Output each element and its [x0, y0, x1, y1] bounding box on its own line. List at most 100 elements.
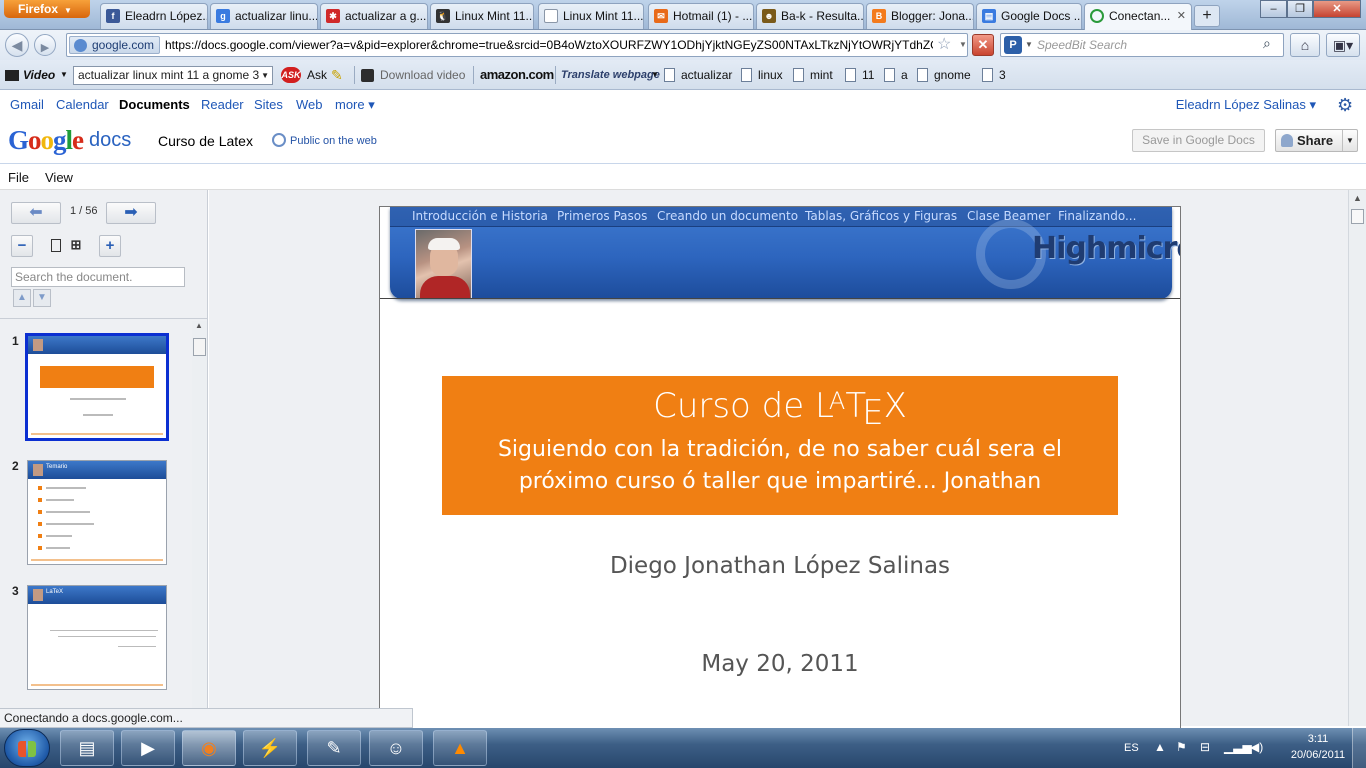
browser-tab[interactable]: ✱ actualizar a g...	[320, 3, 428, 29]
slide-nav-item[interactable]: Creando un documento	[657, 209, 798, 223]
page-thumbnail[interactable]	[25, 333, 169, 441]
chevron-down-icon[interactable]: ▼	[1342, 130, 1357, 151]
gbar-gmail[interactable]: Gmail	[10, 90, 44, 120]
chevron-down-icon[interactable]: ▼	[1025, 34, 1033, 56]
thumbnail-scrollbar[interactable]: ▲	[192, 321, 207, 717]
magnifier-icon[interactable]: ⌕	[1263, 35, 1271, 52]
google-docs-logo[interactable]: Google	[8, 125, 84, 156]
browser-tab[interactable]: 🐧 Linux Mint 11...	[430, 3, 534, 29]
single-page-view-button[interactable]	[45, 235, 67, 257]
network-icon[interactable]: ⊟	[1200, 740, 1210, 754]
next-page-button[interactable]: ➡	[106, 202, 156, 224]
search-bar[interactable]: P ▼ SpeedBit Search ⌕	[1000, 33, 1284, 57]
browser-tab[interactable]: ☻ Ba-k - Resulta...	[756, 3, 864, 29]
bookmark-11[interactable]: 11	[845, 60, 874, 90]
speedbit-engine-icon[interactable]: P	[1004, 36, 1022, 54]
volume-icon[interactable]: ◀)	[1250, 740, 1263, 754]
prev-page-button[interactable]: ⬅	[11, 202, 61, 224]
menu-view[interactable]: View	[45, 164, 73, 192]
bookmark-actualizar[interactable]: actualizar	[664, 60, 732, 90]
triangle-up-icon[interactable]: ▲	[195, 321, 203, 330]
show-desktop-button[interactable]	[1352, 728, 1366, 768]
amazon-button[interactable]: amazon.com	[480, 60, 554, 90]
download-video-button[interactable]: Download video	[361, 60, 465, 90]
video-toolbar-button[interactable]: Video	[5, 60, 55, 90]
zoom-out-button[interactable]: −	[11, 235, 33, 257]
browser-tab[interactable]: f Eleadrn López...	[100, 3, 208, 29]
browser-tab[interactable]: g actualizar linu...	[210, 3, 318, 29]
bookmark-a[interactable]: a	[884, 60, 908, 90]
bookmark-gnome[interactable]: gnome	[917, 60, 971, 90]
tray-expand-icon[interactable]: ▲	[1154, 740, 1166, 754]
site-identity-button[interactable]: google.com	[69, 36, 161, 54]
browser-tab[interactable]: B Blogger: Jona...	[866, 3, 974, 29]
browser-tab-active[interactable]: Conectan... ✕	[1084, 3, 1192, 30]
firefox-menu-button[interactable]: Firefox ▼	[4, 0, 90, 18]
taskbar-notes[interactable]: ✎	[307, 730, 361, 766]
taskbar-firefox[interactable]: ◉	[182, 730, 236, 766]
browser-tab[interactable]: Linux Mint 11...	[538, 3, 644, 29]
start-button[interactable]	[4, 729, 50, 767]
bookmark-3[interactable]: 3	[982, 60, 1006, 90]
chevron-down-icon[interactable]: ▼	[60, 60, 68, 90]
browser-tab[interactable]: ▤ Google Docs ...	[976, 3, 1082, 29]
page-thumbnail[interactable]: Temario	[27, 460, 167, 565]
visibility-link[interactable]: Public on the web	[290, 135, 377, 147]
home-button[interactable]: ⌂	[1290, 33, 1320, 57]
ask-button[interactable]: Ask	[307, 60, 327, 90]
gbar-documents[interactable]: Documents	[119, 90, 190, 120]
search-prev-button[interactable]: ▲	[13, 289, 31, 307]
toolbar-search-field[interactable]: actualizar linux mint 11 a gnome 3 ▼	[73, 66, 273, 85]
forward-button[interactable]: ▶	[34, 34, 56, 56]
ask-logo-icon[interactable]: ASK	[281, 67, 301, 83]
document-search-input[interactable]: Search the document.	[11, 267, 185, 287]
search-input[interactable]: SpeedBit Search	[1037, 34, 1127, 56]
language-indicator[interactable]: ES	[1124, 728, 1139, 768]
highlighter-icon[interactable]: ✎	[331, 60, 343, 90]
close-window-button[interactable]: ✕	[1313, 0, 1361, 18]
gbar-web[interactable]: Web	[296, 90, 323, 120]
bookmark-star-icon[interactable]: ☆	[937, 34, 951, 56]
history-dropdown-icon[interactable]: ▼	[959, 34, 967, 56]
gbar-more[interactable]: more ▾	[335, 90, 375, 120]
taskbar-explorer[interactable]: ▤	[60, 730, 114, 766]
slide-nav-item[interactable]: Tablas, Gráficos y Figuras	[805, 209, 957, 223]
stop-button[interactable]: ✕	[972, 34, 994, 56]
action-center-icon[interactable]: ⚑	[1176, 740, 1187, 754]
signal-icon[interactable]: ▁▃▅	[1224, 740, 1252, 754]
clock-time[interactable]: 3:11	[1296, 733, 1340, 745]
search-next-button[interactable]: ▼	[33, 289, 51, 307]
triangle-up-icon[interactable]: ▲	[1353, 193, 1362, 203]
taskbar-app[interactable]: ⚡	[243, 730, 297, 766]
gear-icon[interactable]: ⚙	[1337, 96, 1353, 114]
scroll-thumb[interactable]	[193, 338, 206, 356]
bookmark-linux[interactable]: linux	[741, 60, 783, 90]
chevron-down-icon[interactable]: ▼	[651, 60, 659, 90]
close-tab-icon[interactable]: ✕	[1177, 4, 1186, 28]
slide-nav-item[interactable]: Introducción e Historia	[412, 209, 548, 223]
gbar-reader[interactable]: Reader	[201, 90, 244, 120]
taskbar-messenger[interactable]: ☺	[369, 730, 423, 766]
gbar-calendar[interactable]: Calendar	[56, 90, 109, 120]
url-bar[interactable]: google.com https://docs.google.com/viewe…	[66, 33, 968, 57]
back-button[interactable]: ◀	[5, 33, 29, 57]
viewer-scrollbar[interactable]: ▲	[1348, 190, 1366, 726]
taskbar-media[interactable]: ▶	[121, 730, 175, 766]
minimize-button[interactable]: –	[1260, 0, 1287, 18]
translate-button[interactable]: Translate webpage	[561, 60, 660, 90]
slide-nav-item[interactable]: Primeros Pasos	[557, 209, 647, 223]
bookmark-mint[interactable]: mint	[793, 60, 833, 90]
addon-menu-button[interactable]: ▣▾	[1326, 33, 1360, 57]
account-menu[interactable]: Eleadrn López Salinas ▾	[1176, 90, 1316, 120]
clock-date[interactable]: 20/06/2011	[1286, 749, 1350, 761]
browser-tab[interactable]: ✉ Hotmail (1) - ...	[648, 3, 754, 29]
page-thumbnail[interactable]: LaTeX	[27, 585, 167, 690]
zoom-in-button[interactable]: +	[99, 235, 121, 257]
save-in-docs-button[interactable]: Save in Google Docs	[1132, 129, 1265, 152]
maximize-button[interactable]: ❐	[1287, 0, 1313, 18]
share-button[interactable]: Share ▼	[1275, 129, 1358, 152]
grid-view-button[interactable]: ⊞	[65, 235, 87, 257]
scroll-thumb[interactable]	[1351, 209, 1364, 224]
taskbar-vlc[interactable]: ▲	[433, 730, 487, 766]
new-tab-button[interactable]: +	[1194, 5, 1220, 27]
